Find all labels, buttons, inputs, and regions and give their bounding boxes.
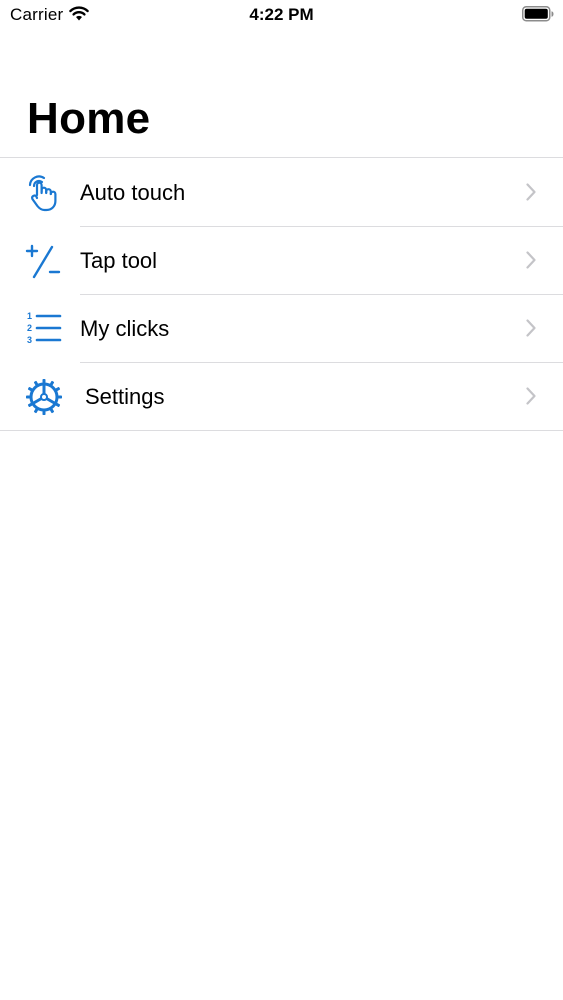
svg-text:2: 2 <box>27 323 32 333</box>
battery-icon <box>522 6 554 22</box>
svg-text:3: 3 <box>27 335 32 345</box>
status-time: 4:22 PM <box>249 5 314 24</box>
chevron-right-icon <box>526 183 536 201</box>
chevron-right-icon <box>526 251 536 269</box>
numbered-list-icon: 1 2 3 <box>27 311 62 345</box>
menu-item-label: Auto touch <box>80 180 186 205</box>
status-bar: Carrier 4:22 PM <box>0 0 563 30</box>
menu-item-settings[interactable]: Settings <box>0 362 563 430</box>
menu-item-label: Settings <box>85 384 165 409</box>
svg-text:1: 1 <box>27 311 32 321</box>
menu-item-label: My clicks <box>80 316 170 341</box>
page-title: Home <box>27 94 151 143</box>
gear-icon <box>26 379 62 415</box>
menu-list: Auto touch Tap tool 1 2 3 My clicks Sett… <box>0 157 563 431</box>
hand-touch-icon <box>28 175 57 212</box>
chevron-right-icon <box>526 319 536 337</box>
menu-item-tap-tool[interactable]: Tap tool <box>0 226 563 294</box>
plus-minus-icon <box>25 244 61 279</box>
menu-item-auto-touch[interactable]: Auto touch <box>0 158 563 226</box>
chevron-right-icon <box>526 387 536 405</box>
menu-item-label: Tap tool <box>80 248 158 273</box>
menu-item-my-clicks[interactable]: 1 2 3 My clicks <box>0 294 563 362</box>
